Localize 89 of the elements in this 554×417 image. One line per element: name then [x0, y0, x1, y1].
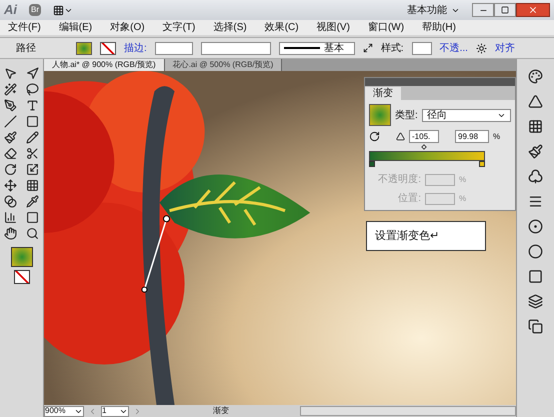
square-icon[interactable]	[528, 269, 543, 284]
fill-swatch[interactable]	[76, 42, 92, 54]
variable-width-dropdown[interactable]	[200, 42, 271, 54]
gradient-swatch[interactable]	[369, 104, 391, 126]
angle-field[interactable]: -105.	[409, 130, 439, 143]
eraser-icon[interactable]	[4, 147, 18, 160]
brush-icon[interactable]	[4, 131, 18, 144]
close-button[interactable]	[516, 3, 550, 17]
close-icon	[528, 5, 538, 15]
reverse-icon[interactable]	[369, 131, 380, 142]
horizontal-scrollbar[interactable]	[300, 406, 516, 416]
maximize-button[interactable]	[494, 3, 516, 17]
profile-value: 基本	[324, 42, 344, 56]
scissors-icon[interactable]	[26, 147, 39, 160]
expand-icon[interactable]	[362, 43, 373, 53]
align-link[interactable]: 对齐	[494, 40, 515, 56]
zoom-icon[interactable]	[26, 227, 39, 240]
menu-item[interactable]: 文件(F)	[8, 20, 41, 35]
menu-item[interactable]: 窗口(W)	[368, 20, 404, 35]
angle-icon	[396, 132, 405, 141]
menu-item[interactable]: 编辑(E)	[58, 20, 92, 35]
type-icon[interactable]	[26, 99, 39, 112]
fill-color-swatch[interactable]	[10, 247, 32, 267]
pencil-icon[interactable]	[26, 131, 39, 144]
gradient-stop[interactable]	[479, 161, 485, 167]
location-label: 位置:	[397, 192, 421, 206]
blend-icon[interactable]	[4, 195, 18, 208]
pages-icon[interactable]	[528, 319, 543, 334]
selection-label: 路径	[16, 42, 37, 56]
brush-dropdown[interactable]: 基本	[278, 42, 355, 54]
layers-icon[interactable]	[528, 294, 543, 309]
workspace-switcher[interactable]: 基本功能	[407, 2, 460, 18]
stroke-swatch[interactable]	[100, 42, 116, 54]
callout-text: 设置渐变色↵	[375, 228, 439, 244]
stroke-none-swatch[interactable]	[14, 270, 30, 284]
club-icon[interactable]	[528, 169, 543, 184]
wand-icon[interactable]	[4, 83, 18, 96]
app-logo: Ai	[4, 1, 17, 20]
percent-unit: %	[459, 192, 466, 204]
percent-unit: %	[459, 174, 466, 186]
eyedropper-icon[interactable]	[26, 195, 39, 208]
hand-icon[interactable]	[4, 227, 18, 240]
pen-icon[interactable]	[4, 99, 18, 112]
menu-item[interactable]: 视图(V)	[316, 20, 350, 35]
type-dropdown[interactable]: 径向	[422, 108, 511, 122]
menu-item[interactable]: 帮助(H)	[422, 20, 456, 35]
rotate-icon[interactable]	[4, 163, 18, 176]
menu-item[interactable]: 对象(O)	[110, 20, 145, 35]
percent-unit: %	[493, 130, 500, 142]
type-label: 类型:	[395, 108, 418, 122]
brush-icon[interactable]	[528, 144, 543, 159]
palette-icon[interactable]	[528, 69, 543, 84]
stroke-link[interactable]: 描边:	[124, 40, 147, 56]
layout-icon	[53, 4, 64, 16]
zoom-field[interactable]: 900%	[44, 406, 84, 416]
document-tab[interactable]: 花心.ai @ 500% (RGB/预览)	[164, 59, 282, 71]
move-icon[interactable]	[4, 179, 18, 192]
menu-item[interactable]: 效果(C)	[264, 20, 299, 35]
document-tab[interactable]: 人物.ai* @ 900% (RGB/预览)	[44, 59, 165, 71]
opacity-label: 不透明度:	[377, 172, 421, 187]
lines-icon[interactable]	[528, 194, 543, 209]
line-icon[interactable]	[4, 115, 18, 128]
grid-icon[interactable]	[26, 179, 39, 192]
circle-icon[interactable]	[528, 244, 543, 259]
layout-button[interactable]	[53, 4, 73, 16]
aspect-field[interactable]: 99.98	[455, 130, 489, 143]
lasso-icon[interactable]	[26, 83, 39, 96]
swatch-grid-icon[interactable]	[528, 119, 543, 134]
triangle-icon[interactable]	[528, 94, 543, 109]
page-field[interactable]: 1	[101, 406, 129, 416]
style-dropdown[interactable]	[412, 42, 432, 54]
bridge-button[interactable]: Br	[29, 4, 41, 16]
panel-tab[interactable]: 渐变	[365, 87, 401, 100]
circles-icon[interactable]	[528, 219, 543, 234]
menu-item[interactable]: 选择(S)	[213, 20, 247, 35]
gradient-slider[interactable]	[369, 144, 485, 168]
pointer-icon[interactable]	[26, 67, 39, 80]
bar-chart-icon[interactable]	[4, 211, 18, 224]
menu-item[interactable]: 文字(T)	[162, 20, 196, 35]
rectangle-icon[interactable]	[26, 115, 39, 128]
artboard-icon[interactable]	[26, 211, 39, 224]
arrow-icon[interactable]	[4, 67, 18, 80]
style-label: 样式:	[380, 42, 404, 56]
status-text: 渐变	[212, 405, 230, 417]
scale-icon[interactable]	[26, 163, 39, 176]
opacity-link[interactable]: 不透...	[440, 40, 468, 56]
maximize-icon	[501, 6, 509, 14]
stroke-line-icon	[284, 47, 320, 49]
stroke-weight-field[interactable]	[154, 42, 193, 54]
